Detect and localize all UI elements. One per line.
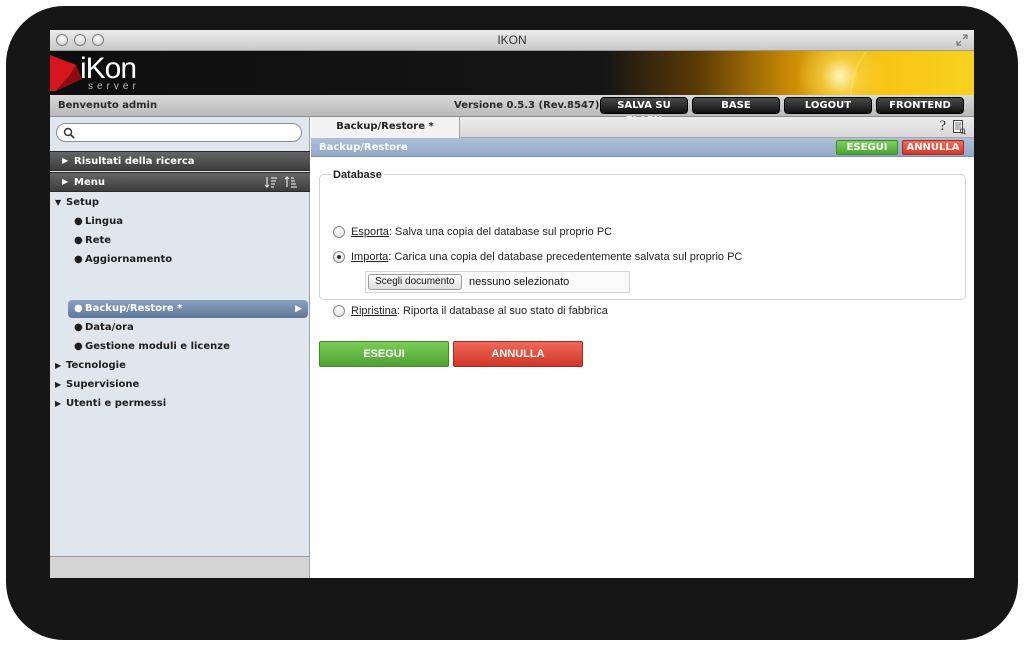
help-icon[interactable]: ? <box>939 118 946 135</box>
logo-subtext: server <box>88 81 140 92</box>
bullet-icon: ● <box>74 254 83 265</box>
frontend-button[interactable]: FRONTEND <box>876 97 964 114</box>
expand-arrow-icon: ▶ <box>55 380 62 389</box>
radio-restore[interactable] <box>333 305 345 317</box>
tree-item-utenti-permessi[interactable]: ▶ Utenti e permessi <box>55 395 166 412</box>
expand-arrow-icon: ▶ <box>55 399 62 408</box>
search-input[interactable] <box>79 126 295 139</box>
search-icon <box>63 127 75 139</box>
cancel-top-button[interactable]: ANNULLA <box>902 140 964 155</box>
save-to-flash-button[interactable]: SALVA SU FLASH <box>600 97 688 126</box>
export-link[interactable]: Esporta <box>351 226 389 238</box>
restore-description: : Riporta il database al suo stato di fa… <box>396 305 608 317</box>
header-banner: iKon server <box>50 51 974 95</box>
welcome-text: Benvenuto admin <box>58 100 158 111</box>
tab-backup-restore[interactable]: Backup/Restore * <box>311 117 460 138</box>
option-export: Esporta: Salva una copia del database su… <box>351 225 612 239</box>
top-toolbar: Benvenuto admin Versione 0.5.3 (Rev.8547… <box>50 95 974 126</box>
bullet-icon: ● <box>74 303 83 314</box>
tree-item-lingua[interactable]: ● Lingua <box>74 213 123 230</box>
fieldset-legend: Database <box>331 169 384 181</box>
sort-asc-icon[interactable] <box>264 176 278 188</box>
expand-arrow-icon: ▶ <box>55 361 62 370</box>
chevron-right-icon: ▶ <box>295 304 302 314</box>
file-status: nessuno selezionato <box>469 276 570 288</box>
ikon-logo: iKon server <box>50 51 150 95</box>
choose-file-button[interactable]: Scegli documento <box>368 274 462 290</box>
bullet-icon: ● <box>74 216 83 227</box>
version-text: Versione 0.5.3 (Rev.8547) <box>454 100 600 111</box>
file-chooser: Scegli documento nessuno selezionato <box>365 271 630 293</box>
bullet-icon: ● <box>74 341 83 352</box>
base-button[interactable]: BASE <box>692 97 780 114</box>
expand-arrow-icon: ▶ <box>62 156 69 165</box>
bullet-icon: ● <box>74 322 83 333</box>
tree-item-supervisione[interactable]: ▶ Supervisione <box>55 376 139 393</box>
app-window: IKON iKon server Benvenuto admin Version… <box>50 30 974 578</box>
sidebar: ▶ Risultati della ricerca ▶ Menu ▼ Setup … <box>50 117 310 578</box>
logo-text: iKon <box>80 52 137 85</box>
window-title: IKON <box>497 33 527 47</box>
tree-item-data-ora[interactable]: ● Data/ora <box>74 319 134 336</box>
banner-ring <box>850 51 974 95</box>
main-panel: Backup/Restore * ? Backup/Restore ESEGUI… <box>311 117 974 578</box>
search-box[interactable] <box>56 123 302 142</box>
section-header: Backup/Restore ESEGUI ANNULLA <box>311 138 974 157</box>
tab-strip: Backup/Restore * ? <box>311 117 974 138</box>
tree-item-rete[interactable]: ● Rete <box>74 232 111 249</box>
tree-item-setup[interactable]: ▼ Setup <box>55 194 99 211</box>
resize-icon[interactable] <box>956 34 968 46</box>
search-results-header[interactable]: ▶ Risultati della ricerca <box>50 151 310 171</box>
logout-button[interactable]: LOGOUT <box>784 97 872 114</box>
title-bar: IKON <box>50 30 974 51</box>
execute-top-button[interactable]: ESEGUI <box>836 140 898 155</box>
restore-link[interactable]: Ripristina <box>351 305 397 317</box>
tree-item-gestione-moduli[interactable]: ● Gestione moduli e licenze <box>74 338 230 355</box>
menu-label: Menu <box>74 177 105 188</box>
radio-export[interactable] <box>333 226 345 238</box>
execute-button[interactable]: ESEGUI <box>319 341 449 367</box>
radio-import[interactable] <box>333 251 345 263</box>
search-results-label: Risultati della ricerca <box>74 156 195 167</box>
import-link[interactable]: Importa <box>351 251 388 263</box>
collapse-arrow-icon: ▼ <box>55 198 62 207</box>
bullet-icon: ● <box>74 235 83 246</box>
document-list-icon[interactable] <box>953 120 966 135</box>
sidebar-footer <box>50 556 309 578</box>
tree-item-backup-restore[interactable]: ● Backup/Restore * ▶ <box>68 300 308 318</box>
import-description: : Carica una copia del database preceden… <box>388 251 743 263</box>
export-description: : Salva una copia del database sul propr… <box>388 226 613 238</box>
option-restore: Ripristina: Riporta il database al suo s… <box>351 304 608 318</box>
tree-item-aggiornamento[interactable]: ● Aggiornamento <box>74 251 172 268</box>
tree-item-tecnologie[interactable]: ▶ Tecnologie <box>55 357 126 374</box>
sort-desc-icon[interactable] <box>284 176 298 188</box>
cancel-button[interactable]: ANNULLA <box>453 341 583 367</box>
menu-header[interactable]: ▶ Menu <box>50 172 310 192</box>
expand-arrow-icon: ▶ <box>62 177 69 186</box>
section-title: Backup/Restore <box>319 142 408 153</box>
option-import: Importa: Carica una copia del database p… <box>351 250 742 264</box>
